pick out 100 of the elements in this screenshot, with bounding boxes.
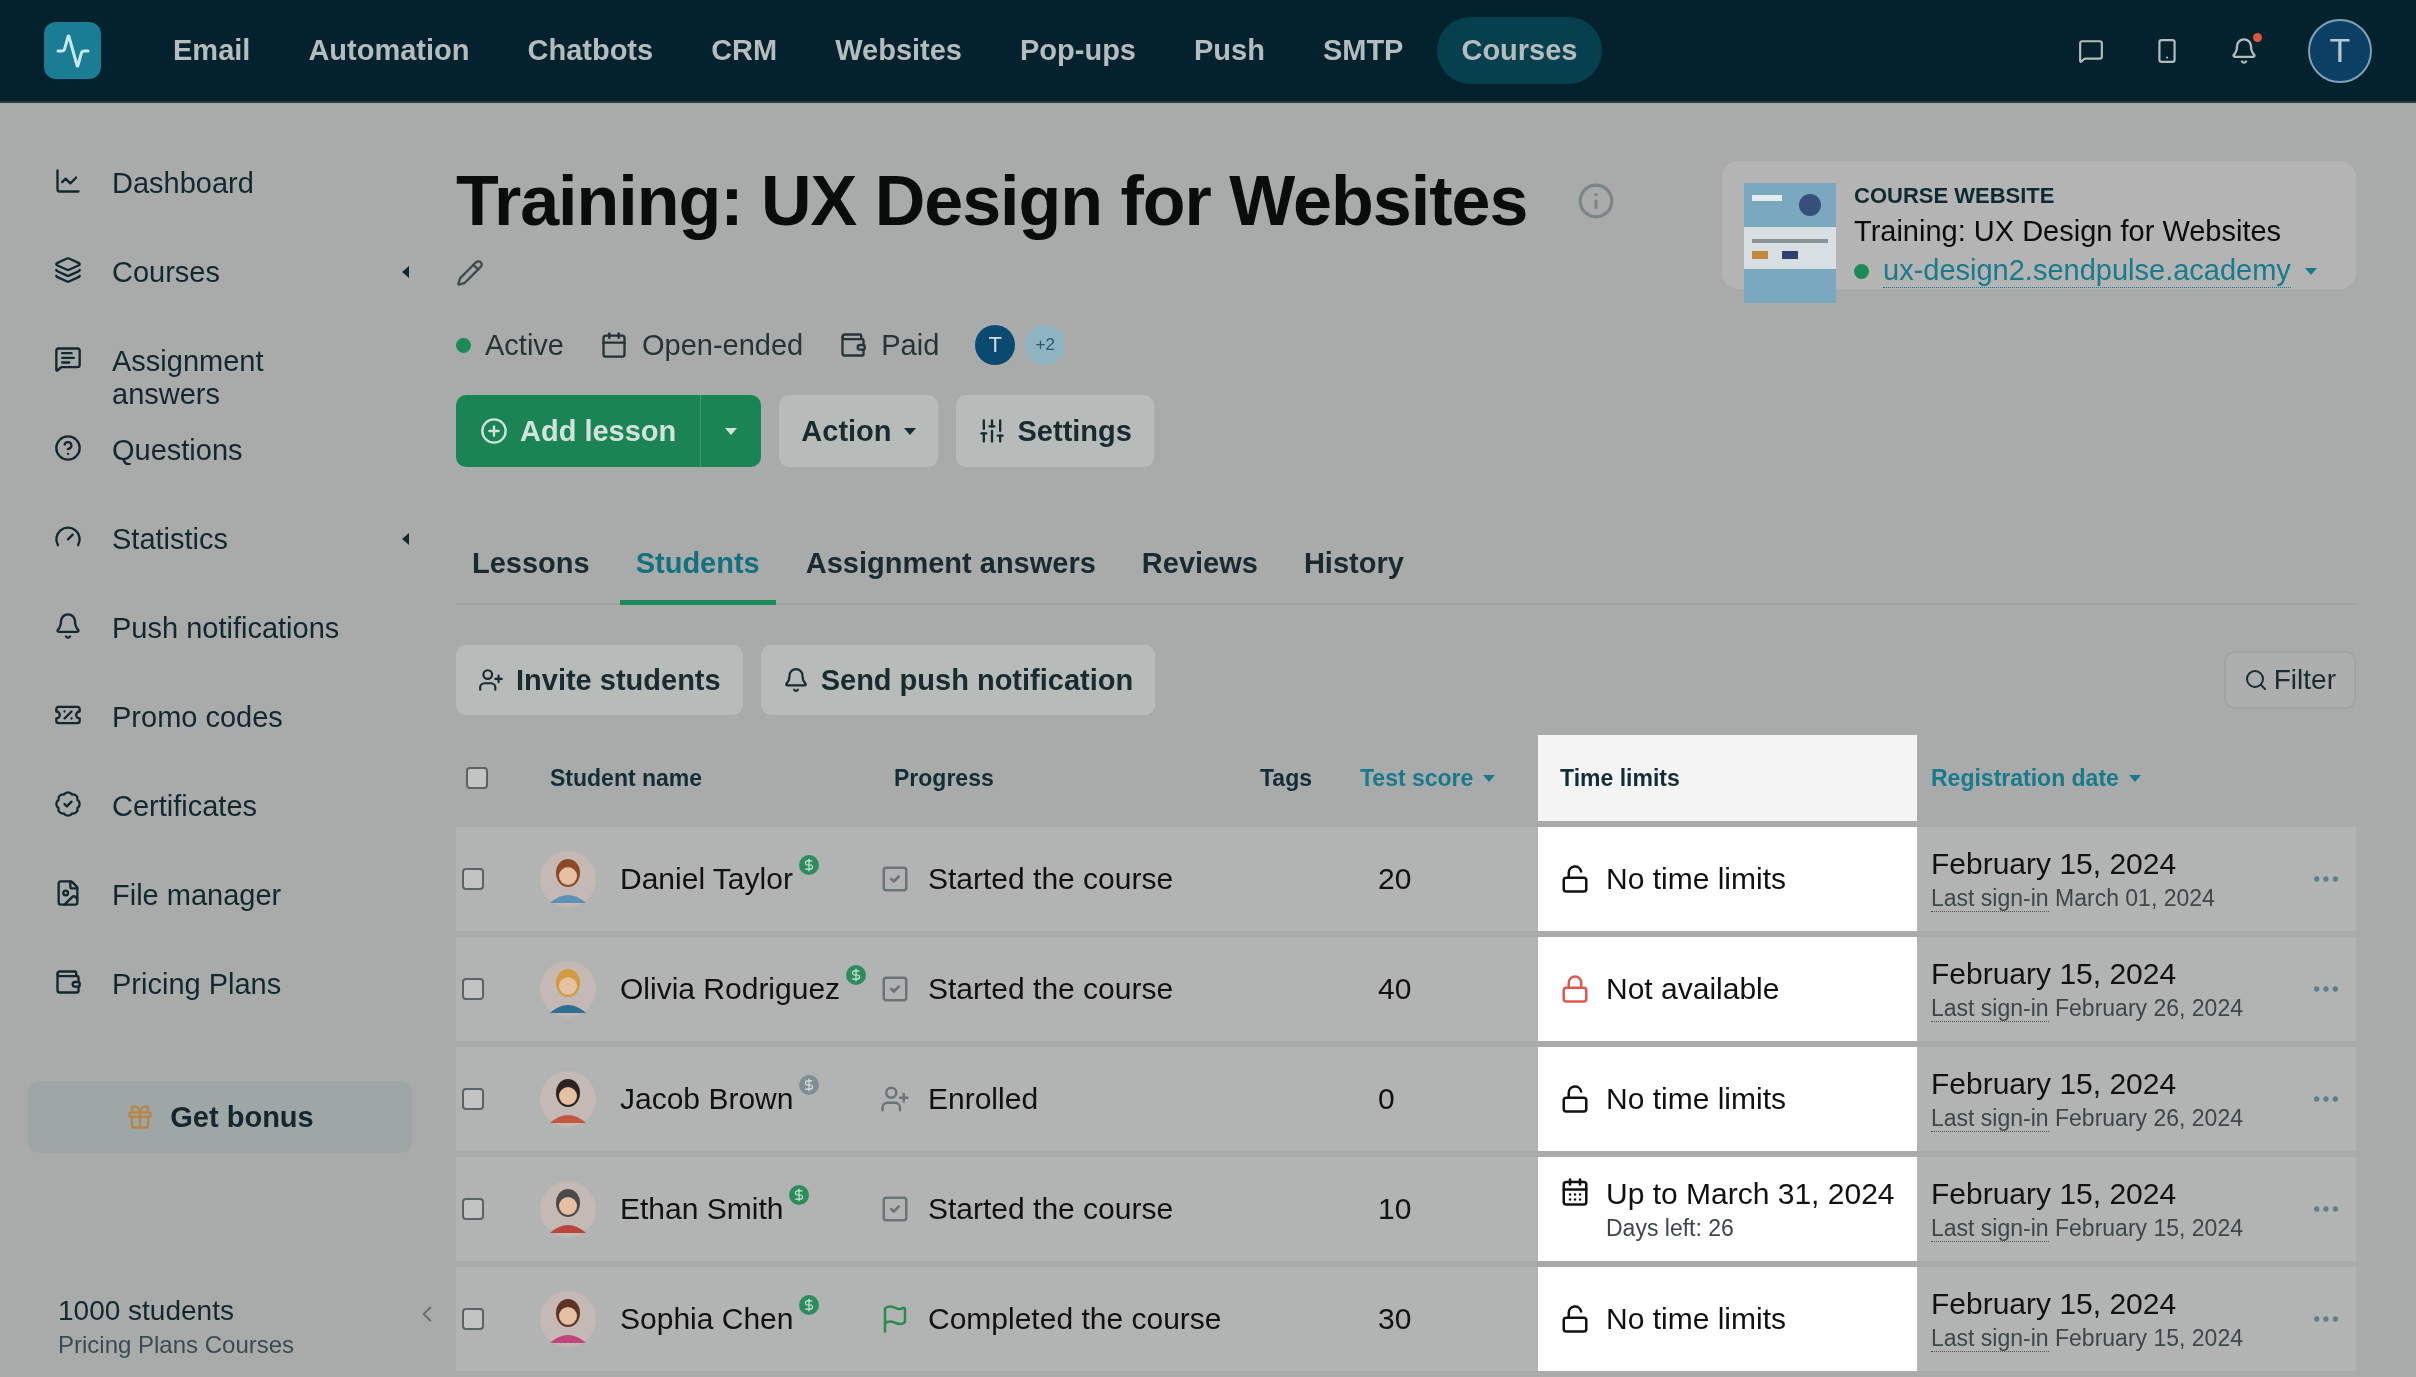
time-limit-text: Up to March 31, 2024 bbox=[1606, 1177, 1895, 1211]
caret-icon bbox=[725, 427, 738, 435]
plan-name: Pricing Plans Courses bbox=[58, 1331, 296, 1359]
row-checkbox[interactable] bbox=[462, 868, 484, 890]
chat-icon[interactable] bbox=[2078, 37, 2104, 64]
registration-date: February 15, 2024 bbox=[1931, 846, 2178, 881]
filter-button[interactable]: Filter bbox=[2223, 651, 2356, 709]
question-icon bbox=[54, 434, 82, 462]
nav-tab[interactable]: Automation bbox=[284, 17, 494, 84]
student-name[interactable]: Sophia Chen bbox=[620, 1302, 794, 1336]
nav-tab[interactable]: Push bbox=[1170, 17, 1289, 84]
nav-tab[interactable]: CRM bbox=[687, 17, 802, 84]
user-avatar[interactable]: T bbox=[2308, 18, 2372, 83]
send-push-button[interactable]: Send push notification bbox=[760, 645, 1156, 715]
get-bonus-button[interactable]: Get bonus bbox=[28, 1081, 412, 1153]
card-heading: COURSE WEBSITE bbox=[1854, 183, 2056, 209]
select-all-checkbox[interactable] bbox=[466, 767, 488, 789]
sidebar-item[interactable]: Promo codes bbox=[28, 681, 412, 770]
sidebar-item[interactable]: Pricing Plans bbox=[28, 948, 412, 1037]
sidebar-item[interactable]: Courses bbox=[28, 236, 412, 325]
nav-tab[interactable]: Email bbox=[149, 17, 275, 84]
bell-icon bbox=[782, 667, 809, 693]
row-checkbox[interactable] bbox=[462, 978, 484, 1000]
registration-date: February 15, 2024 bbox=[1931, 1176, 2178, 1211]
nav-tab[interactable]: Courses bbox=[1437, 17, 1602, 84]
unlocked-icon bbox=[1560, 864, 1590, 894]
bell-icon bbox=[54, 612, 82, 640]
days-left-text: Days left: 26 bbox=[1606, 1215, 1735, 1242]
card-title: Training: UX Design for Websites bbox=[1854, 215, 2283, 248]
row-checkbox[interactable] bbox=[462, 1198, 484, 1220]
caret-icon[interactable] bbox=[2304, 267, 2317, 275]
bell-icon[interactable] bbox=[2230, 36, 2258, 65]
progress-text: Started the course bbox=[928, 1192, 1174, 1226]
test-score: 30 bbox=[1378, 1302, 1412, 1336]
logo-icon[interactable] bbox=[44, 22, 101, 79]
member-avatar[interactable]: +2 bbox=[1025, 325, 1066, 365]
student-row[interactable]: Sophia Chen Completed the course 30 No time limits February 15, 2024 Last sign-in February 15, 2024 bbox=[456, 1267, 2356, 1371]
member-avatar[interactable]: T bbox=[975, 325, 1016, 365]
student-name[interactable]: Ethan Smith bbox=[620, 1192, 784, 1226]
duration-text: Open-ended bbox=[642, 328, 804, 362]
nav-tab[interactable]: Websites bbox=[811, 17, 986, 84]
sidebar-item[interactable]: Certificates bbox=[28, 770, 412, 859]
tab[interactable]: Reviews bbox=[1125, 529, 1274, 605]
nav-tab[interactable]: Chatbots bbox=[503, 17, 678, 84]
registration-date: February 15, 2024 bbox=[1931, 1286, 2178, 1321]
search-icon bbox=[2243, 668, 2268, 692]
registration-date: February 15, 2024 bbox=[1931, 1066, 2178, 1101]
sliders-icon bbox=[977, 417, 1006, 445]
settings-button[interactable]: Settings bbox=[955, 395, 1154, 467]
caret-icon bbox=[903, 427, 916, 435]
wallet-icon bbox=[839, 331, 868, 359]
avatar bbox=[540, 961, 596, 1017]
time-limit-text: No time limits bbox=[1606, 1302, 1786, 1336]
avatar bbox=[540, 1291, 596, 1347]
status-text: Active bbox=[485, 328, 564, 362]
tab[interactable]: Lessons bbox=[456, 529, 606, 605]
invite-students-button[interactable]: Invite students bbox=[456, 645, 743, 715]
student-row[interactable]: Olivia Rodriguez Started the course 40 Not available February 15, 2024 Last sign-in February 26, 2024 bbox=[456, 937, 2356, 1041]
student-name[interactable]: Daniel Taylor bbox=[620, 862, 793, 896]
nav-tab[interactable]: Pop-ups bbox=[996, 17, 1160, 84]
edit-icon[interactable] bbox=[456, 259, 484, 287]
tab[interactable]: Assignment answers bbox=[789, 529, 1112, 605]
sidebar-item[interactable]: Dashboard bbox=[28, 147, 412, 236]
plan-count: 1000 students bbox=[58, 1295, 235, 1327]
nav-tab[interactable]: SMTP bbox=[1298, 17, 1428, 84]
tab[interactable]: History bbox=[1287, 529, 1420, 605]
student-name[interactable]: Olivia Rodriguez bbox=[620, 972, 841, 1006]
layers-icon bbox=[54, 256, 82, 284]
last-signin-text: Last sign-in March 01, 2024 bbox=[1931, 884, 2215, 912]
column-header: Student name bbox=[550, 764, 703, 792]
sidebar-item[interactable]: File manager bbox=[28, 859, 412, 948]
test-score: 10 bbox=[1378, 1192, 1412, 1226]
last-signin-text: Last sign-in February 26, 2024 bbox=[1931, 1104, 2243, 1132]
last-signin-text: Last sign-in February 15, 2024 bbox=[1931, 1214, 2243, 1242]
sidebar-item[interactable]: Statistics bbox=[28, 503, 412, 592]
time-limit-text: No time limits bbox=[1606, 862, 1786, 896]
user-plus-icon bbox=[880, 1084, 910, 1114]
line-chart-icon bbox=[54, 167, 82, 195]
student-row[interactable]: Jacob Brown Enrolled 0 No time limits February 15, 2024 Last sign-in February 26, 2024 bbox=[456, 1047, 2356, 1151]
time-limit-text: Not available bbox=[1606, 972, 1780, 1006]
registration-date: February 15, 2024 bbox=[1931, 956, 2178, 991]
checkbox-tick-icon bbox=[880, 1194, 910, 1224]
sidebar-item[interactable]: Questions bbox=[28, 414, 412, 503]
student-row[interactable]: Ethan Smith Started the course 10 Up to March 31, 2024 Days left: 26 February 15, 2024 Last sign-in February 15, 2024 bbox=[456, 1157, 2356, 1261]
row-checkbox[interactable] bbox=[462, 1308, 484, 1330]
student-name[interactable]: Jacob Brown bbox=[620, 1082, 794, 1116]
progress-text: Started the course bbox=[928, 862, 1174, 896]
sort-caret-icon bbox=[1483, 774, 1496, 782]
student-row[interactable]: Daniel Taylor Started the course 20 No time limits February 15, 2024 Last sign-in March 01, 2024 bbox=[456, 827, 2356, 931]
badge-icon bbox=[54, 790, 82, 818]
sidebar-item[interactable]: Push notifications bbox=[28, 592, 412, 681]
sidebar-item[interactable]: Assignment answers bbox=[28, 325, 412, 414]
gift-icon bbox=[126, 1103, 155, 1131]
row-checkbox[interactable] bbox=[462, 1088, 484, 1110]
last-signin-text: Last sign-in February 26, 2024 bbox=[1931, 994, 2243, 1022]
action-button[interactable]: Action bbox=[779, 395, 938, 467]
plus-icon bbox=[480, 417, 508, 445]
last-signin-text: Last sign-in February 15, 2024 bbox=[1931, 1324, 2243, 1352]
test-score: 0 bbox=[1378, 1082, 1395, 1116]
checkbox-tick-icon bbox=[880, 974, 910, 1004]
